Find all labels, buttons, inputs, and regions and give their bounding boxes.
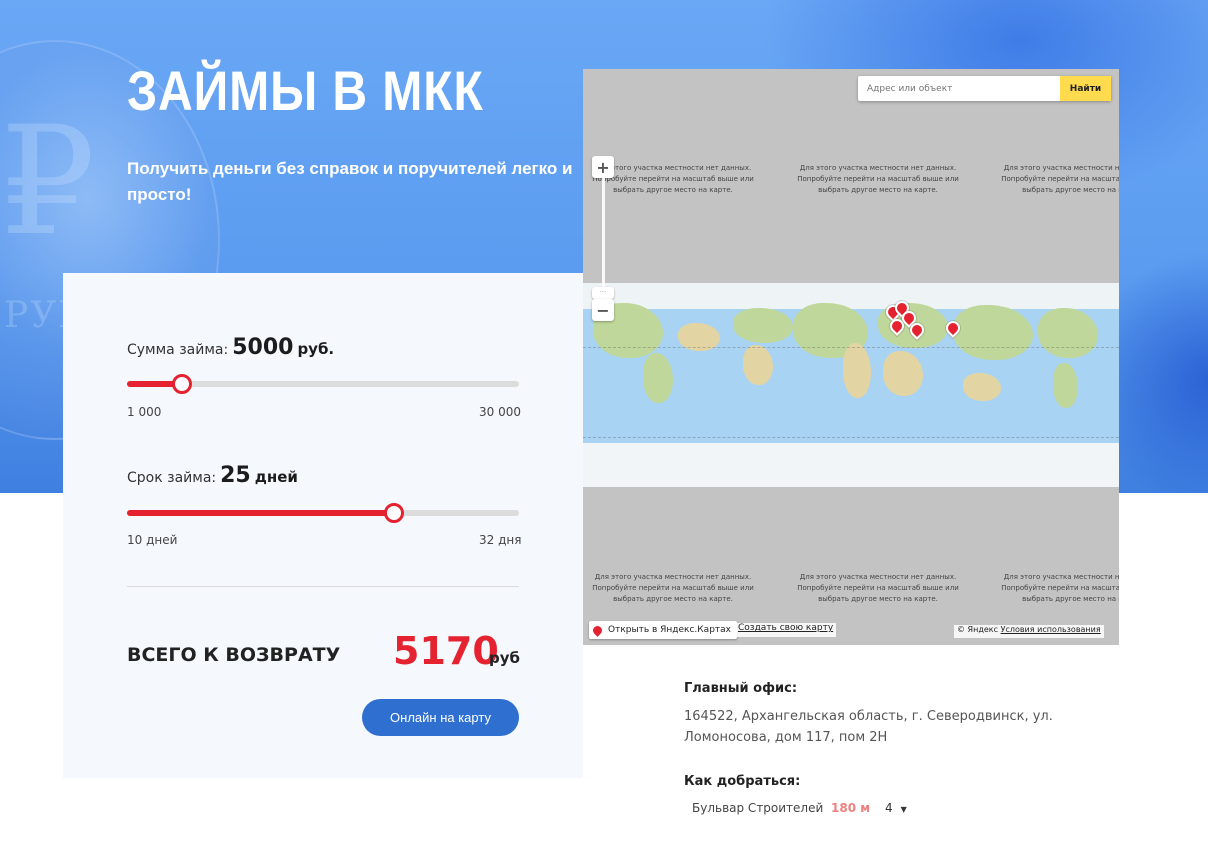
map-land: [953, 305, 1033, 360]
term-slider-thumb[interactable]: [383, 503, 404, 523]
page: ₽ РУБ ЗАЙМЫ В МКК Получить деньги без сп…: [0, 0, 1208, 843]
route-title: Как добраться:: [684, 774, 801, 789]
zoom-out-button[interactable]: −: [592, 299, 614, 321]
map-land: [743, 345, 773, 385]
terms-link[interactable]: Условия использования: [1001, 625, 1101, 634]
open-in-yandex-maps-link[interactable]: Открыть в Яндекс.Картах: [589, 621, 737, 639]
office-title: Главный офис:: [684, 681, 798, 696]
map-land: [843, 343, 871, 398]
amount-min: 1 000: [127, 405, 162, 419]
divider: [127, 586, 519, 587]
map-antarctic: [583, 443, 1119, 487]
map-land: [1053, 363, 1078, 408]
page-title: ЗАЙМЫ В МКК: [127, 59, 484, 122]
amount-max: 30 000: [479, 405, 521, 419]
term-value: 25: [220, 463, 251, 488]
map-land: [643, 353, 673, 403]
copyright-text: © Яндекс: [957, 625, 999, 634]
term-max: 32 дня: [479, 533, 522, 547]
map-no-data-text: Для этого участка местности нет данных. …: [592, 573, 754, 603]
route-select-value: 4: [885, 801, 893, 815]
amount-slider-thumb[interactable]: [171, 374, 192, 394]
term-slider[interactable]: [127, 503, 519, 523]
open-in-yandex-maps-label: Открыть в Яндекс.Картах: [608, 625, 731, 635]
metro-station-name: Бульвар Строителей: [692, 801, 824, 815]
map-no-data-text: Для этого участка местности нет данных. …: [797, 164, 959, 194]
term-min: 10 дней: [127, 533, 178, 547]
total-label: ВСЕГО К ВОЗВРАТУ: [127, 644, 341, 666]
ruble-icon: ₽: [0, 95, 96, 269]
total-value: 5170: [393, 629, 499, 673]
amount-label-row: Сумма займа: 5000 руб.: [127, 335, 334, 360]
map-arctic: [583, 283, 1119, 309]
metro-distance: 180 м: [831, 801, 871, 815]
create-map-link[interactable]: Создать свою карту: [735, 623, 837, 637]
page-subtitle: Получить деньги без справок и поручителе…: [127, 159, 573, 204]
map-land: [883, 351, 923, 396]
amount-value: 5000: [232, 335, 294, 360]
map-world-tiles: [583, 283, 1119, 487]
chevron-down-icon: ▼: [900, 805, 907, 814]
map-no-data-text: Для этого участка местности нет данных. …: [1001, 164, 1119, 194]
zoom-in-button[interactable]: +: [592, 156, 614, 178]
zoom-slider[interactable]: [602, 178, 605, 296]
office-address: 164522, Архангельская область, г. Северо…: [684, 709, 1053, 745]
map-grid-line: [583, 347, 1119, 348]
term-label-row: Срок займа: 25 дней: [127, 463, 298, 488]
map-search-input[interactable]: [858, 76, 1060, 101]
map-no-data-text: Для этого участка местности нет данных. …: [797, 573, 959, 603]
zoom-slider-handle[interactable]: ···: [592, 287, 614, 299]
term-slider-fill: [127, 510, 394, 516]
amount-slider[interactable]: [127, 374, 519, 394]
map-copyright: © Яндекс Условия использования: [954, 625, 1104, 638]
online-card-button[interactable]: Онлайн на карту: [362, 699, 519, 736]
route-select[interactable]: 4 ▼: [885, 801, 907, 815]
map-no-data-text: Для этого участка местности нет данных. …: [1001, 573, 1119, 603]
map-land: [963, 373, 1001, 401]
map-land: [733, 308, 793, 343]
map-pin-icon: [591, 623, 604, 637]
map-search-bar: Найти: [858, 76, 1111, 101]
amount-unit: руб.: [297, 340, 335, 358]
map-widget[interactable]: Для этого участка местности нет данных. …: [583, 69, 1119, 645]
term-unit: дней: [254, 468, 298, 486]
term-label: Срок займа:: [127, 470, 217, 486]
loan-calculator: Сумма займа: 5000 руб. 1 000 30 000 Срок з…: [63, 273, 583, 778]
amount-label: Сумма займа:: [127, 342, 229, 358]
map-land: [1038, 308, 1098, 358]
map-search-button[interactable]: Найти: [1060, 76, 1111, 101]
total-unit: руб: [489, 649, 520, 667]
map-grid-line: [583, 437, 1119, 438]
